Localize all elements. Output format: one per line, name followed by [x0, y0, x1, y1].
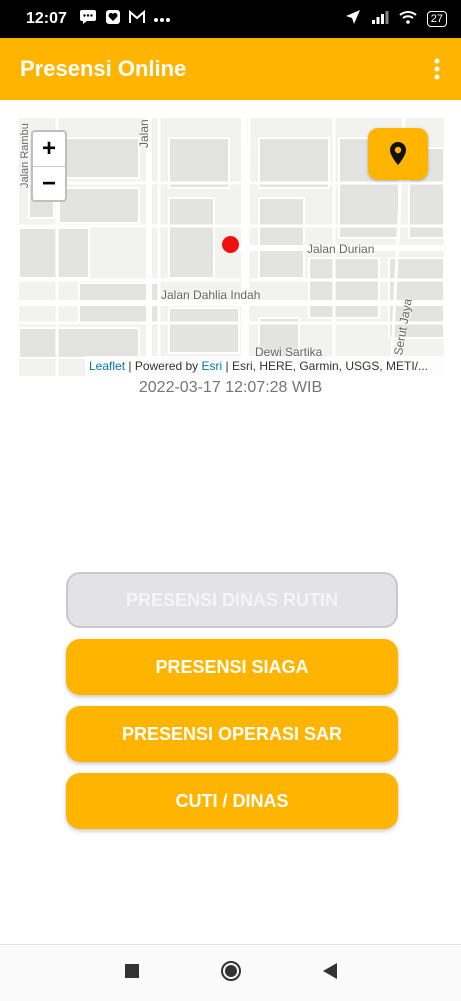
- attribution-text: | Powered by: [125, 359, 202, 373]
- notification-icons: [79, 9, 171, 30]
- back-icon[interactable]: [322, 962, 338, 985]
- location-arrow-icon: [345, 9, 361, 30]
- gmail-icon: [128, 9, 145, 29]
- locate-me-button[interactable]: [368, 128, 428, 180]
- map-attribution: Leaflet | Powered by Esri | Esri, HERE, …: [85, 356, 444, 376]
- app-title: Presensi Online: [20, 56, 187, 81]
- recents-icon[interactable]: [124, 963, 140, 984]
- leaflet-link[interactable]: Leaflet: [89, 359, 125, 373]
- overflow-menu-icon[interactable]: [427, 54, 447, 84]
- map-view[interactable]: Jalan Jalan Rambu Jalan Durian Jalan Dah…: [19, 118, 444, 376]
- presensi-siaga-button[interactable]: PRESENSI SIAGA: [66, 639, 398, 695]
- status-bar: 12:07 27: [0, 0, 461, 38]
- cuti-dinas-button[interactable]: CUTI / DINAS: [66, 773, 398, 829]
- more-notifications-icon: [153, 10, 171, 28]
- street-label: Jalan Rambu: [19, 123, 31, 188]
- presensi-dinas-rutin-button[interactable]: PRESENSI DINAS RUTIN: [66, 572, 398, 628]
- street-label: Jalan Dahlia Indah: [161, 288, 261, 302]
- wifi-icon: [399, 10, 417, 29]
- message-icon: [79, 9, 97, 30]
- status-time: 12:07: [26, 10, 67, 27]
- app-bar: Presensi Online: [0, 38, 461, 100]
- zoom-control: + −: [31, 130, 67, 202]
- street-label: Jalan: [137, 119, 151, 148]
- timestamp-label: 2022-03-17 12:07:28 WIB: [138, 379, 323, 396]
- street-label: Jalan Durian: [307, 242, 375, 256]
- esri-link[interactable]: Esri: [202, 359, 223, 373]
- presensi-operasi-sar-button[interactable]: PRESENSI OPERASI SAR: [66, 706, 398, 762]
- home-icon[interactable]: [220, 960, 242, 987]
- zoom-in-button[interactable]: +: [33, 132, 65, 167]
- map-pin-icon: [390, 142, 406, 165]
- zoom-out-button[interactable]: −: [33, 167, 65, 201]
- system-nav-bar: [0, 944, 461, 1001]
- location-marker[interactable]: [222, 236, 239, 253]
- heart-app-icon: [105, 9, 121, 30]
- attribution-sources: | Esri, HERE, Garmin, USGS, METI/...: [222, 359, 429, 373]
- battery-icon: 27: [426, 11, 447, 27]
- signal-icon: [371, 10, 389, 29]
- system-status-icons: 27: [345, 9, 447, 30]
